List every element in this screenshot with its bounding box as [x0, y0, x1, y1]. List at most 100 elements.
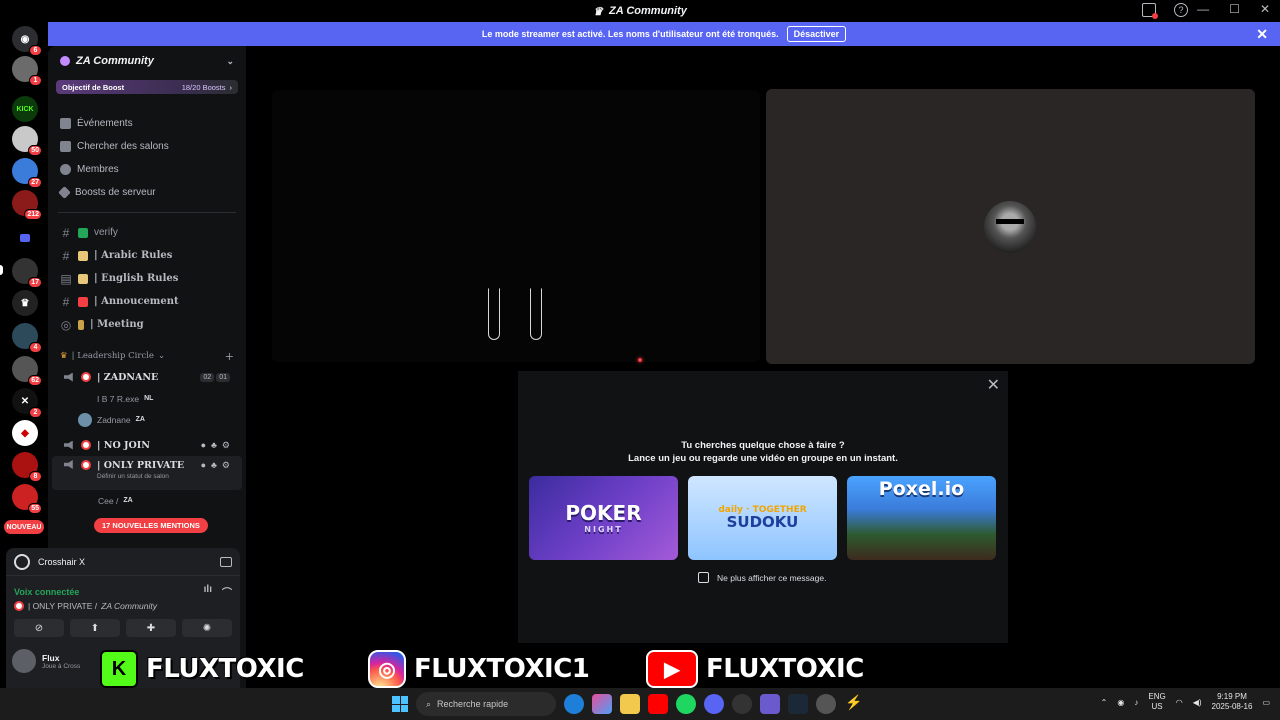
- server-icon[interactable]: 212: [12, 190, 42, 220]
- add-channel-icon[interactable]: +: [225, 350, 234, 363]
- server-icon[interactable]: KICK: [12, 96, 38, 122]
- chevron-up-icon[interactable]: ⌃: [1101, 698, 1108, 707]
- voice-user[interactable]: Cee / ZA: [48, 490, 246, 511]
- youtube-app-icon[interactable]: [648, 694, 668, 714]
- edge-icon[interactable]: [564, 694, 584, 714]
- voice-guild-name: ZA Community: [101, 601, 158, 611]
- hash-icon: #: [62, 225, 70, 240]
- server-icon[interactable]: ◆: [12, 420, 38, 446]
- inbox-icon[interactable]: [1142, 3, 1158, 19]
- server-icon[interactable]: 50: [12, 126, 42, 156]
- server-icon[interactable]: 55: [12, 484, 42, 514]
- checkbox[interactable]: [698, 572, 709, 583]
- user-name: Flux: [42, 652, 60, 663]
- language-indicator[interactable]: ENG US: [1148, 692, 1165, 712]
- channel-label: | Annoucement: [94, 296, 179, 307]
- voice-user[interactable]: I B 7 R.exe NL: [48, 388, 246, 409]
- invite-icon[interactable]: ♣: [211, 440, 217, 451]
- activity-card-sudoku[interactable]: daily · TOGETHER SUDOKU: [688, 476, 837, 560]
- server-icon[interactable]: 27: [12, 158, 42, 188]
- disconnect-icon[interactable]: ⌒: [222, 584, 232, 599]
- voice-channel-no-join[interactable]: | NO JOIN ● ♣ ⚙: [52, 434, 242, 456]
- close-icon[interactable]: ✕: [987, 375, 1000, 395]
- voice-user[interactable]: Zadnane ZA: [48, 409, 246, 430]
- server-icon[interactable]: 8: [12, 452, 42, 482]
- folder-icon[interactable]: [12, 225, 38, 251]
- new-mentions-pill[interactable]: 17 NOUVELLES MENTIONS: [94, 518, 208, 533]
- invite-icon[interactable]: ♣: [211, 460, 217, 471]
- taskbar-search[interactable]: ⌕ Recherche rapide: [416, 692, 556, 716]
- no-entry-icon: [81, 372, 91, 382]
- server-icon[interactable]: 4: [12, 323, 42, 353]
- activities-button[interactable]: ✚: [126, 619, 176, 637]
- chat-icon[interactable]: ●: [201, 460, 206, 471]
- volume-icon[interactable]: ◀): [1193, 698, 1202, 707]
- screen-share-icon[interactable]: [220, 556, 232, 567]
- noise-suppression-icon[interactable]: ılı: [204, 584, 212, 599]
- category-leadership-circle[interactable]: ♛ | Leadership Circle ⌄ +: [48, 346, 246, 366]
- new-servers-badge[interactable]: NOUVEAU: [4, 520, 44, 534]
- maximize-button[interactable]: ☐: [1229, 2, 1240, 16]
- close-banner-icon[interactable]: ✕: [1256, 26, 1268, 43]
- menu-server-boosts[interactable]: Boosts de serveur: [48, 181, 246, 204]
- direct-messages-icon[interactable]: ◉ 6: [12, 26, 42, 56]
- clock[interactable]: 9:19 PM 2025-08-16: [1212, 692, 1253, 712]
- dont-show-again[interactable]: Ne plus afficher ce message.: [698, 572, 826, 583]
- rules-icon: ▤: [60, 271, 72, 286]
- app-icon[interactable]: [760, 694, 780, 714]
- video-tile-user[interactable]: [766, 89, 1255, 364]
- chat-icon[interactable]: ●: [201, 440, 206, 451]
- file-explorer-icon[interactable]: [620, 694, 640, 714]
- video-tile-stream[interactable]: [272, 90, 760, 362]
- menu-events[interactable]: Événements: [48, 112, 246, 135]
- app-icon[interactable]: ⚡: [844, 694, 864, 714]
- set-channel-status[interactable]: Définir un statut de salon: [97, 473, 184, 480]
- activity-row[interactable]: Crosshair X: [6, 548, 240, 576]
- user-tag: ZA: [135, 416, 145, 423]
- steam-icon[interactable]: [788, 694, 808, 714]
- popup-question: Tu cherches quelque chose à faire ?: [681, 440, 845, 451]
- channel-english-rules[interactable]: ▤ | English Rules: [48, 267, 246, 290]
- notification-icon[interactable]: ▭: [1262, 698, 1270, 707]
- user-name: I B 7 R.exe: [97, 393, 140, 404]
- microphone-icon[interactable]: ♪: [1134, 698, 1138, 707]
- voice-channel-only-private[interactable]: | ONLY PRIVATE Définir un statut de salon…: [52, 456, 242, 490]
- start-button[interactable]: [392, 696, 408, 712]
- channel-arabic-rules[interactable]: # | Arabic Rules: [48, 244, 246, 267]
- activity-card-poker-night[interactable]: POKER NIGHT: [529, 476, 678, 560]
- wifi-icon[interactable]: ◠: [1176, 698, 1183, 707]
- app-icon[interactable]: [816, 694, 836, 714]
- spotify-icon[interactable]: [676, 694, 696, 714]
- camera-off-button[interactable]: ⊘: [14, 619, 64, 637]
- voice-channel-zadnane[interactable]: | ZADNANE 02 01: [52, 366, 242, 388]
- minimize-button[interactable]: —: [1197, 2, 1209, 16]
- close-button[interactable]: ✕: [1260, 2, 1270, 16]
- channel-meeting[interactable]: ◎ | Meeting: [48, 313, 246, 336]
- obs-icon[interactable]: [732, 694, 752, 714]
- channel-verify[interactable]: # verify: [48, 221, 246, 244]
- discord-icon[interactable]: [704, 694, 724, 714]
- share-screen-button[interactable]: ⬆: [70, 619, 120, 637]
- help-icon[interactable]: ?: [1174, 3, 1188, 17]
- voice-channel-name[interactable]: | ONLY PRIVATE /: [28, 601, 97, 611]
- menu-browse-channels[interactable]: Chercher des salons: [48, 135, 246, 158]
- activity-card-poxel[interactable]: Poxel.io: [847, 476, 996, 560]
- server-icon-za-community[interactable]: 17: [12, 258, 42, 288]
- settings-icon[interactable]: ⚙: [222, 440, 230, 451]
- server-icon[interactable]: 62: [12, 356, 42, 386]
- server-icon[interactable]: ♛: [12, 290, 38, 316]
- disable-streamer-mode-button[interactable]: Désactiver: [786, 26, 847, 42]
- channel-announcement[interactable]: # | Annoucement: [48, 290, 246, 313]
- unread-badge: 62: [28, 375, 42, 386]
- network-icon[interactable]: ◉: [1117, 698, 1124, 707]
- server-icon[interactable]: ✕ 2: [12, 388, 42, 418]
- guild-icon: [60, 56, 70, 66]
- menu-members[interactable]: Membres: [48, 158, 246, 181]
- server-icon[interactable]: 1: [12, 56, 42, 86]
- card-subtitle: NIGHT: [584, 524, 623, 534]
- boost-goal-bar[interactable]: Objectif de Boost 18/20 Boosts ›: [56, 80, 238, 94]
- copilot-icon[interactable]: [592, 694, 612, 714]
- guild-header[interactable]: ZA Community ⌄: [48, 46, 246, 76]
- settings-icon[interactable]: ⚙: [222, 460, 230, 471]
- soundboard-button[interactable]: ✺: [182, 619, 232, 637]
